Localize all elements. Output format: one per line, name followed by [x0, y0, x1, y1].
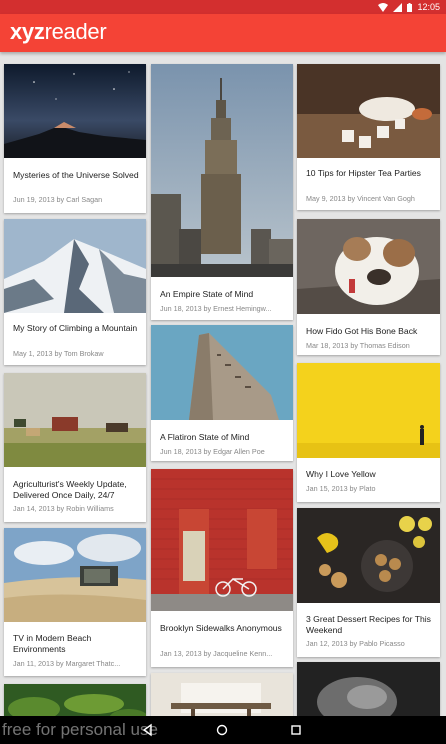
article-card[interactable]: Brooklyn Sidewalks Anonymous Jan 13, 201…	[151, 469, 293, 667]
article-meta: Jan 11, 2013 by Margaret Thatc...	[13, 659, 121, 668]
article-thumbnail	[297, 64, 440, 158]
article-card[interactable]: Agriculturist's Weekly Update, Delivered…	[4, 373, 146, 522]
article-card[interactable]: Why I Love Yellow Jan 15, 2013 by Plato	[297, 363, 440, 502]
article-meta: Mar 18, 2013 by Thomas Edison	[306, 341, 410, 350]
article-card-partial[interactable]	[297, 662, 440, 716]
app-bar: xyzreader	[0, 14, 446, 52]
article-card[interactable]: Mysteries of the Universe Solved Jun 19,…	[4, 64, 146, 213]
article-title: TV in Modern Beach Environments	[13, 633, 92, 654]
article-thumbnail	[297, 508, 440, 603]
article-meta: May 9, 2013 by Vincent Van Gogh	[306, 194, 415, 203]
article-thumbnail	[297, 219, 440, 314]
article-title: My Story of Climbing a Mountain	[13, 323, 138, 333]
article-card[interactable]: A Flatiron State of Mind Jun 18, 2013 by…	[151, 325, 293, 461]
article-title: 10 Tips for Hipster Tea Parties	[306, 168, 421, 178]
article-title: Why I Love Yellow	[306, 469, 376, 479]
article-title: How Fido Got His Bone Back	[306, 326, 418, 336]
status-bar: 12:05	[0, 0, 446, 14]
article-thumbnail	[151, 325, 293, 420]
logo-bold: xyz	[10, 19, 45, 44]
logo-light: reader	[44, 19, 107, 44]
article-thumbnail	[4, 528, 146, 622]
article-title: Brooklyn Sidewalks Anonymous	[160, 623, 282, 633]
home-icon[interactable]	[214, 722, 230, 738]
article-title: A Flatiron State of Mind	[160, 432, 250, 442]
article-meta: Jun 18, 2013 by Ernest Hemingw...	[160, 304, 272, 313]
article-thumbnail	[297, 363, 440, 458]
article-meta: May 1, 2013 by Tom Brokaw	[13, 349, 104, 358]
app-logo: xyzreader	[10, 19, 107, 45]
article-thumbnail	[297, 662, 440, 716]
article-title: An Empire State of Mind	[160, 289, 254, 299]
article-title: Mysteries of the Universe Solved	[13, 170, 139, 180]
article-card[interactable]: 3 Great Dessert Recipes for This Weekend…	[297, 508, 440, 657]
article-card-partial[interactable]	[4, 684, 146, 716]
article-feed[interactable]: Mysteries of the Universe Solved Jun 19,…	[0, 52, 446, 716]
watermark-text: free for personal use	[2, 720, 158, 739]
article-card-partial[interactable]	[151, 673, 293, 716]
article-thumbnail	[4, 219, 146, 313]
article-card[interactable]: My Story of Climbing a Mountain May 1, 2…	[4, 219, 146, 365]
article-thumbnail	[4, 684, 146, 716]
article-meta: Jan 14, 2013 by Robin Williams	[13, 504, 114, 513]
battery-icon	[407, 2, 413, 12]
article-title: Agriculturist's Weekly Update, Delivered…	[13, 479, 127, 500]
article-thumbnail	[151, 673, 293, 716]
article-card[interactable]: How Fido Got His Bone Back Mar 18, 2013 …	[297, 219, 440, 355]
article-card[interactable]: TV in Modern Beach Environments Jan 11, …	[4, 528, 146, 676]
article-thumbnail	[4, 373, 146, 467]
article-thumbnail	[151, 64, 293, 277]
article-title: 3 Great Dessert Recipes for This Weekend	[306, 614, 431, 635]
wifi-icon	[378, 2, 389, 12]
article-card[interactable]: An Empire State of Mind Jun 18, 2013 by …	[151, 64, 293, 320]
recents-icon[interactable]	[288, 722, 304, 738]
article-meta: Jun 19, 2013 by Carl Sagan	[13, 195, 103, 204]
article-thumbnail	[4, 64, 146, 158]
article-thumbnail	[151, 469, 293, 611]
article-meta: Jun 18, 2013 by Edgar Allen Poe	[160, 447, 265, 456]
article-meta: Jan 13, 2013 by Jacqueline Kenn...	[160, 649, 273, 658]
signal-icon	[393, 2, 403, 12]
article-card[interactable]: 10 Tips for Hipster Tea Parties May 9, 2…	[297, 64, 440, 210]
article-meta: Jan 15, 2013 by Plato	[306, 484, 376, 493]
article-meta: Jan 12, 2013 by Pablo Picasso	[306, 639, 405, 648]
status-time: 12:05	[417, 2, 440, 12]
